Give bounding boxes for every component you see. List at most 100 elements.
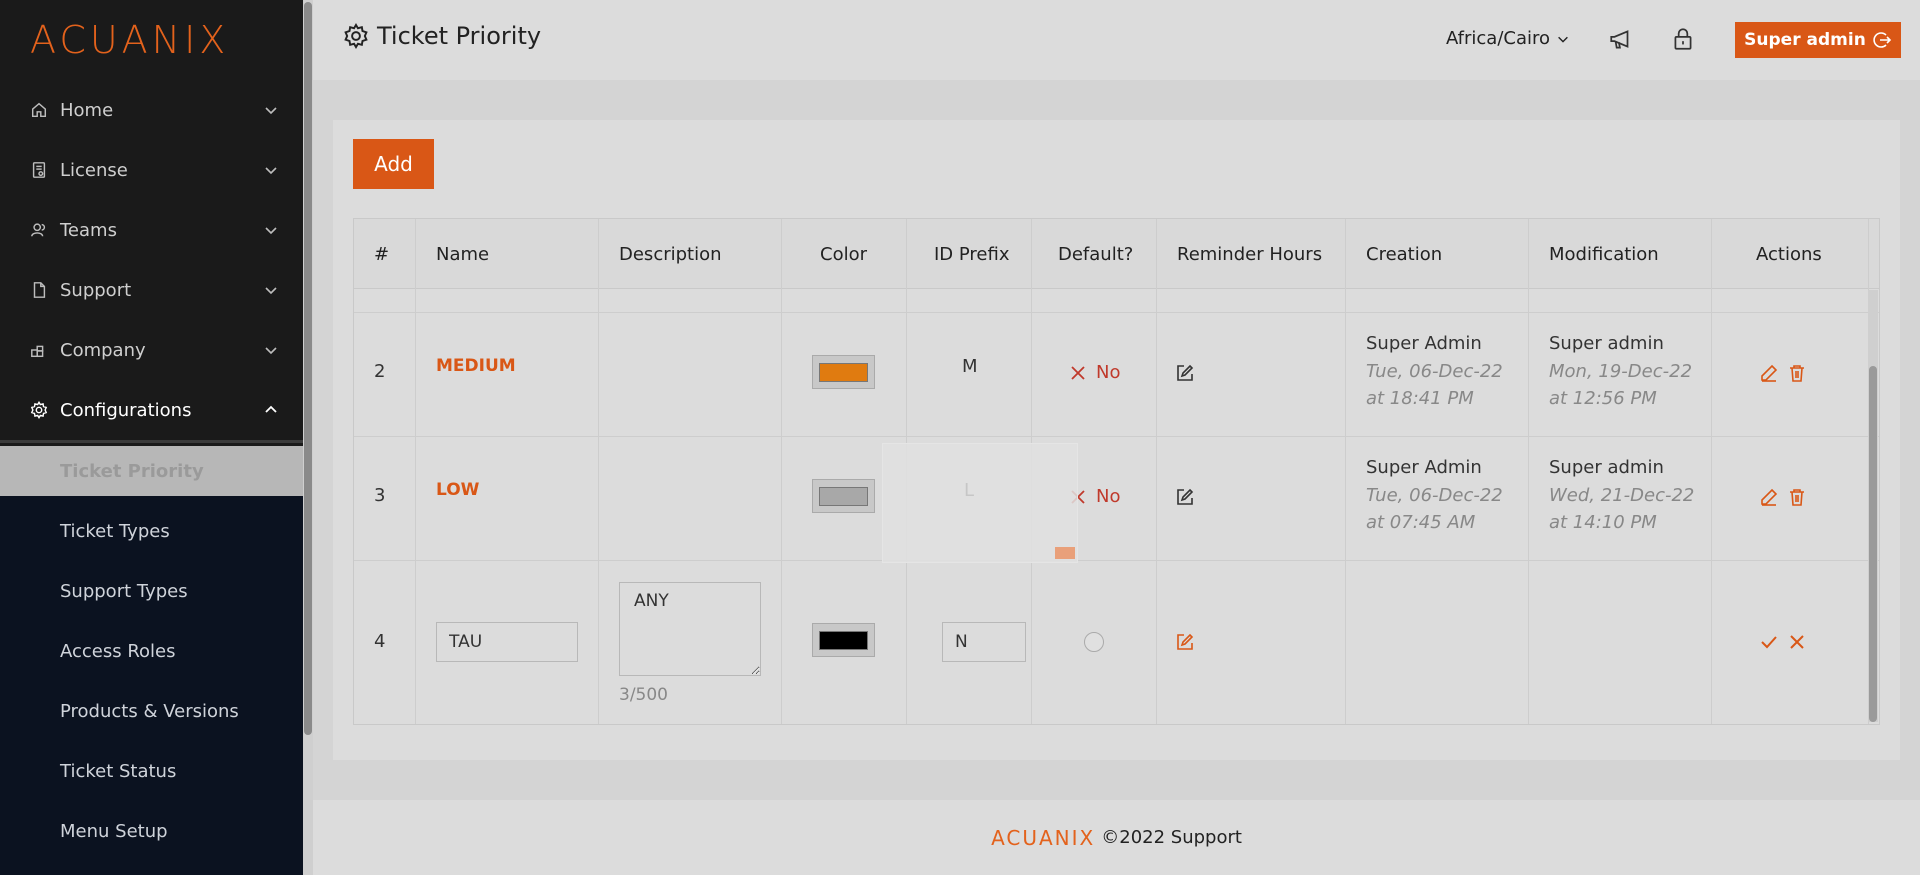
user-button-label: Super admin	[1744, 30, 1866, 50]
column-header-number: #	[374, 243, 390, 265]
close-icon[interactable]	[1788, 633, 1806, 651]
created-date: Tue, 06-Dec-22	[1366, 361, 1503, 382]
column-header-reminder-hours: Reminder Hours	[1177, 243, 1323, 265]
modified-time: at 14:10 PM	[1549, 512, 1657, 533]
footer: ACUANIX ©2022 Support	[313, 800, 1920, 875]
pencil-icon[interactable]	[1760, 364, 1778, 382]
sidebar-subitem-support-types[interactable]: Support Types	[0, 566, 303, 616]
sidebar-item-license[interactable]: License	[0, 140, 303, 200]
color-fill	[819, 487, 868, 506]
sidebar-subitem-menu-setup[interactable]: Menu Setup	[0, 806, 303, 856]
modified-by: Super admin	[1549, 457, 1664, 478]
footer-text: ©2022 Support	[1101, 827, 1242, 848]
sidebar-item-configurations[interactable]: Configurations	[0, 380, 303, 440]
popup-ok-button[interactable]	[1055, 547, 1075, 559]
megaphone-icon[interactable]	[1608, 26, 1634, 52]
default-value: No	[1070, 362, 1120, 383]
sidebar-item-label: Support	[60, 279, 132, 301]
content-card: Add # Name Description Color ID Prefix D…	[333, 120, 1900, 760]
trash-icon[interactable]	[1788, 488, 1806, 506]
chevron-up-icon	[265, 405, 277, 413]
edit-reminder-icon[interactable]	[1176, 364, 1194, 382]
created-by: Super Admin	[1366, 333, 1482, 354]
sidebar-item-label: Home	[60, 99, 114, 121]
column-header-default: Default?	[1058, 243, 1134, 265]
row-number: 3	[374, 485, 386, 506]
license-icon	[30, 161, 48, 179]
default-text: No	[1096, 486, 1121, 507]
sidebar-item-home[interactable]: Home	[0, 80, 303, 140]
sidebar-subitem-ticket-status[interactable]: Ticket Status	[0, 746, 303, 796]
company-icon	[30, 341, 48, 359]
priority-name: LOW	[436, 480, 480, 500]
row-number: 2	[374, 361, 386, 382]
sidebar-item-label: License	[60, 159, 128, 181]
edit-reminder-icon[interactable]	[1176, 488, 1194, 506]
teams-icon	[30, 221, 48, 239]
name-input[interactable]	[436, 622, 578, 662]
pencil-icon[interactable]	[1760, 488, 1778, 506]
acuanix-logo[interactable]: ACUANIX	[30, 18, 230, 62]
table-row-editing: 4 ANY 3/500	[354, 561, 1879, 724]
table-row	[354, 289, 1879, 313]
table-header: # Name Description Color ID Prefix Defau…	[354, 219, 1879, 289]
description-textarea[interactable]: ANY	[619, 582, 761, 676]
sidebar-item-teams[interactable]: Teams	[0, 200, 303, 260]
color-swatch[interactable]	[812, 479, 875, 513]
gear-icon	[344, 23, 368, 49]
faded-popup	[882, 443, 1078, 563]
table-scrollbar-thumb[interactable]	[1869, 366, 1877, 722]
color-fill	[819, 363, 868, 382]
chevron-down-icon	[1558, 36, 1568, 43]
sidebar-item-company[interactable]: Company	[0, 320, 303, 380]
column-header-name: Name	[436, 243, 490, 265]
default-radio[interactable]	[1084, 632, 1104, 652]
sidebar-scrollbar-thumb[interactable]	[304, 2, 312, 735]
document-icon	[30, 281, 48, 299]
divider	[0, 440, 303, 443]
edit-reminder-icon[interactable]	[1176, 633, 1194, 651]
column-header-description: Description	[619, 243, 722, 265]
table-row: 3 LOW L No Super Admin Tue, 06-Dec-22 at…	[354, 437, 1879, 561]
chevron-down-icon	[265, 107, 277, 115]
user-logout-button[interactable]: Super admin	[1735, 22, 1901, 58]
logout-icon	[1873, 32, 1891, 48]
modified-date: Wed, 21-Dec-22	[1549, 485, 1695, 506]
table-row: 2 MEDIUM M No Super Admin Tue, 06-Dec-22…	[354, 313, 1879, 437]
created-time: at 18:41 PM	[1366, 388, 1474, 409]
close-icon	[1071, 365, 1085, 380]
sidebar-subitem-access-roles[interactable]: Access Roles	[0, 626, 303, 676]
sidebar: ACUANIX Home License Teams Support Compa	[0, 0, 303, 875]
created-time: at 07:45 AM	[1366, 512, 1476, 533]
logo-text: ACUANIX	[30, 18, 230, 62]
modified-time: at 12:56 PM	[1549, 388, 1657, 409]
footer-logo: ACUANIX	[991, 825, 1096, 850]
color-swatch[interactable]	[812, 355, 875, 389]
check-icon[interactable]	[1760, 633, 1778, 651]
sidebar-subitem-products-versions[interactable]: Products & Versions	[0, 686, 303, 736]
id-prefix-input[interactable]	[942, 622, 1026, 662]
sidebar-subitem-ticket-types[interactable]: Ticket Types	[0, 506, 303, 556]
id-prefix: M	[962, 356, 978, 377]
sidebar-item-label: Configurations	[60, 399, 192, 421]
timezone-select[interactable]: Africa/Cairo	[1446, 28, 1570, 49]
lock-icon[interactable]	[1670, 26, 1696, 52]
default-text: No	[1096, 362, 1121, 383]
color-fill	[819, 631, 868, 650]
sidebar-item-support[interactable]: Support	[0, 260, 303, 320]
column-header-color: Color	[820, 243, 867, 265]
sidebar-item-label: Company	[60, 339, 146, 361]
trash-icon[interactable]	[1788, 364, 1806, 382]
color-picker[interactable]	[812, 623, 875, 657]
char-counter: 3/500	[619, 685, 668, 705]
top-header: Ticket Priority Africa/Cairo Super admin	[313, 0, 1920, 80]
modified-date: Mon, 19-Dec-22	[1549, 361, 1693, 382]
sidebar-subitem-ticket-priority[interactable]: Ticket Priority	[0, 446, 303, 496]
add-button[interactable]: Add	[353, 139, 434, 189]
created-by: Super Admin	[1366, 457, 1482, 478]
configurations-submenu: Ticket Priority Ticket Types Support Typ…	[0, 446, 303, 875]
page-title: Ticket Priority	[343, 22, 541, 50]
chevron-down-icon	[265, 227, 277, 235]
row-number: 4	[374, 631, 386, 652]
gear-icon	[30, 401, 48, 419]
